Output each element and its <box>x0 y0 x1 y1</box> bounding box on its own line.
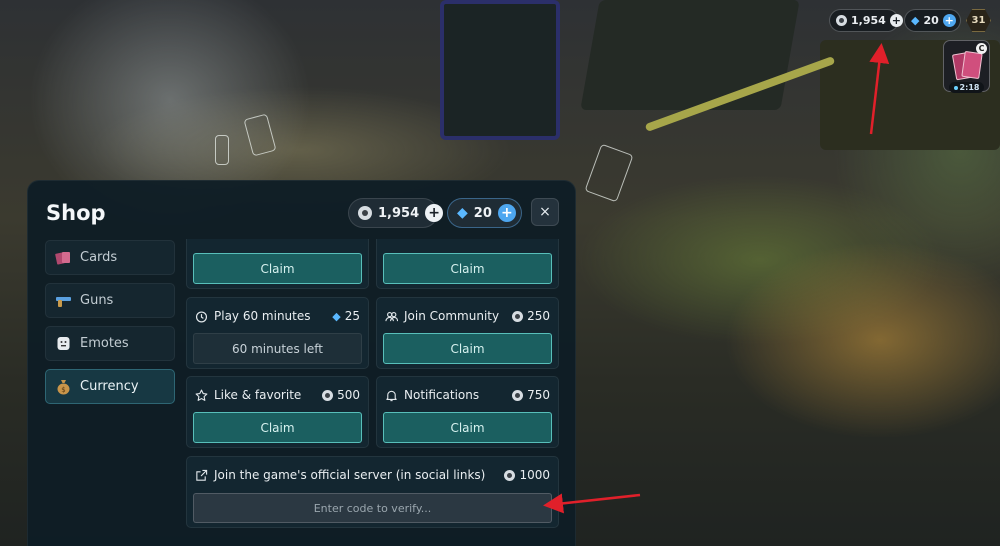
annotation-arrow-input <box>543 493 641 514</box>
annotation-arrow-hud <box>869 43 890 135</box>
annotation-arrows <box>543 43 890 514</box>
